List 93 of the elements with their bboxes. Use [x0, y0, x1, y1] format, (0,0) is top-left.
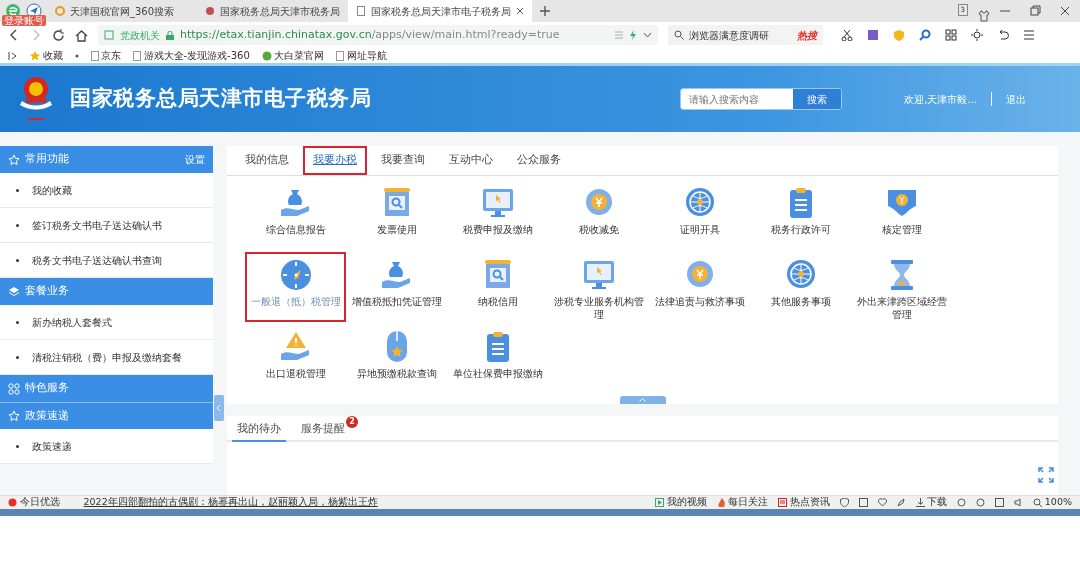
service-item[interactable]: 发票使用: [346, 180, 447, 250]
sidebar-item[interactable]: 签订税务文书电子送达确认书: [0, 208, 213, 243]
daily-picks-link[interactable]: 今日优选: [8, 495, 60, 510]
page-icon: [336, 50, 345, 61]
caret-up-icon: [639, 398, 646, 402]
shirt-icon[interactable]: [978, 10, 990, 22]
browser-tab[interactable]: 国家税务总局天津市税务局: [197, 0, 348, 22]
sidebar-item[interactable]: 税务文书电子送达确认书查询: [0, 243, 213, 278]
service-item[interactable]: 其他服务事项: [750, 252, 851, 322]
compass-icon: [278, 258, 313, 292]
service-item[interactable]: 证明开具: [649, 180, 750, 250]
star-icon: [30, 50, 40, 61]
service-item[interactable]: 税费申报及缴纳: [447, 180, 548, 250]
plus-icon[interactable]: [540, 6, 550, 16]
refresh-icon[interactable]: [52, 28, 65, 42]
monitor-icon: [480, 186, 515, 220]
speaker-icon[interactable]: [1014, 498, 1024, 507]
download-button[interactable]: 下载: [915, 495, 948, 510]
zoom-control[interactable]: 100%: [1033, 495, 1072, 510]
service-item[interactable]: 单位社保费申报缴纳: [447, 324, 548, 394]
close-icon[interactable]: [1059, 5, 1071, 17]
apps-icon[interactable]: [945, 29, 957, 41]
bookmark-link[interactable]: 大白菜官网: [261, 48, 325, 63]
nav-tab[interactable]: 我要查询: [371, 146, 435, 175]
site-label: 党政机关: [120, 28, 160, 43]
fullscreen-icon[interactable]: [1038, 467, 1054, 483]
sidebar-item[interactable]: 清税注销税（费）申报及缴纳套餐: [0, 340, 213, 375]
service-item[interactable]: 法律追责与救济事项: [649, 252, 750, 322]
service-item[interactable]: 涉税专业服务机构管理: [548, 252, 649, 322]
window-icon[interactable]: [995, 498, 1005, 507]
collapse-handle[interactable]: [619, 396, 666, 404]
account-badge[interactable]: 登录账号: [2, 15, 46, 26]
tab-title: 天津国税官网_360搜索: [70, 4, 175, 19]
sidebar-item[interactable]: 我的收藏: [0, 173, 213, 208]
address-bar[interactable]: 党政机关 https://etax.tianjin.chinatax.gov.cn/apps/view/main.html?ready=true: [98, 25, 658, 45]
bookmark-link[interactable]: 网址导航: [336, 48, 387, 63]
sidebar-toggle-icon[interactable]: [8, 50, 18, 61]
browser-tab[interactable]: 国家税务总局天津市电子税务局: [348, 0, 532, 22]
service-item[interactable]: 出口退税管理: [245, 324, 346, 394]
download-icon: [915, 498, 925, 507]
service-item[interactable]: 增值税抵扣凭证管理: [346, 252, 447, 322]
page-icon: [356, 6, 366, 16]
service-item[interactable]: 外出来津跨区域经营管理: [851, 252, 952, 322]
tab-title: 国家税务总局天津市电子税务局: [371, 4, 511, 19]
service-item[interactable]: 税收减免: [548, 180, 649, 250]
status-link[interactable]: 每日关注: [716, 495, 769, 510]
service-item[interactable]: 核定管理: [851, 180, 952, 250]
nav-tab[interactable]: 我要办税: [303, 146, 367, 175]
browser-search-field[interactable]: 浏览器满意度调研 热搜: [668, 25, 823, 45]
news-icon: [778, 498, 788, 507]
play-icon: [655, 498, 665, 507]
site-title: 国家税务总局天津市电子税务局: [70, 85, 371, 113]
tab-title: 国家税务总局天津市税务局: [220, 4, 340, 19]
browser-tab[interactable]: 天津国税官网_360搜索: [47, 0, 197, 22]
flame-icon: [716, 498, 726, 507]
layers-icon: [8, 285, 20, 298]
welcome-text: 欢迎,天津市毅...: [904, 92, 977, 107]
lock-icon: [166, 30, 174, 40]
restore-icon[interactable]: [1029, 5, 1041, 17]
monitor-icon: [581, 258, 616, 292]
nav-tab[interactable]: 我的信息: [235, 146, 299, 175]
home-icon[interactable]: [75, 28, 88, 42]
news-link[interactable]: 2022年四部翻拍的古偶剧：杨幂再出山，赵丽颖入局，杨紫出王炸: [83, 495, 378, 510]
service-item[interactable]: 综合信息报告: [245, 180, 346, 250]
scissors-icon[interactable]: [841, 29, 853, 41]
page-icon: [133, 50, 141, 61]
bookmark-link[interactable]: 京东: [90, 48, 121, 63]
service-item[interactable]: 一般退（抵）税管理: [245, 252, 346, 322]
status-link[interactable]: 热点资讯: [778, 495, 830, 510]
menu-icon[interactable]: [1023, 29, 1035, 41]
notification-badge: 2: [346, 415, 358, 428]
nav-tab[interactable]: 互动中心: [439, 146, 503, 175]
search-hint: 浏览器满意度调研: [689, 28, 769, 43]
nav-tab[interactable]: 公众服务: [507, 146, 571, 175]
grid-icon: [8, 382, 20, 395]
bottom-tab[interactable]: 我的待办: [232, 419, 286, 442]
close-icon[interactable]: [516, 7, 524, 15]
star-icon: [8, 153, 20, 166]
heart-icon[interactable]: [877, 498, 887, 507]
service-item[interactable]: 异地预缴税款查询: [346, 324, 447, 394]
star-icon: [8, 410, 20, 422]
sidebar-item[interactable]: 新办纳税人套餐式: [0, 305, 213, 340]
url-text: https://etax.tianjin.chinatax.gov.cn/apps/view/main.html?ready=true: [180, 26, 560, 43]
sidebar-item[interactable]: 政策速递: [0, 429, 213, 464]
service-item[interactable]: 纳税信用: [447, 252, 548, 322]
page-icon: [90, 50, 99, 61]
bookmark-link[interactable]: 收藏: [30, 48, 63, 63]
hot-search-label: 热搜: [797, 28, 817, 43]
service-item[interactable]: 税务行政许可: [750, 180, 851, 250]
sun-icon[interactable]: [971, 29, 983, 41]
status-link[interactable]: 我的视频: [655, 495, 707, 510]
undo-icon[interactable]: [997, 29, 1009, 41]
bookmark-link[interactable]: 游戏大全-发现游戏-360: [133, 48, 250, 63]
